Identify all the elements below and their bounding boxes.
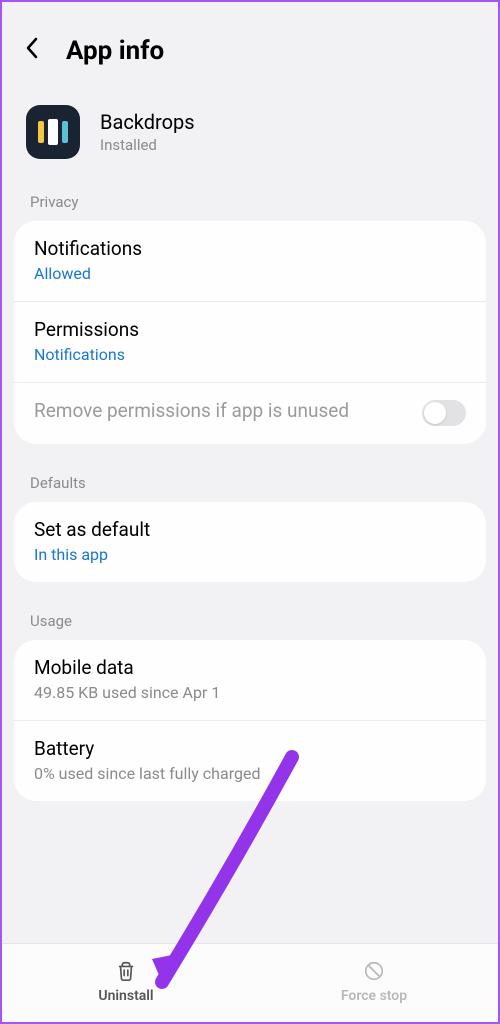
notifications-title: Notifications: [34, 237, 466, 260]
toggle-knob: [424, 402, 446, 424]
permissions-title: Permissions: [34, 318, 466, 341]
remove-permissions-row[interactable]: Remove permissions if app is unused: [14, 383, 486, 444]
app-status: Installed: [100, 136, 195, 154]
set-default-value: In this app: [34, 545, 466, 564]
battery-row[interactable]: Battery 0% used since last fully charged: [14, 721, 486, 801]
mobile-data-title: Mobile data: [34, 656, 466, 679]
app-name: Backdrops: [100, 110, 195, 134]
section-label-usage: Usage: [10, 606, 490, 640]
remove-permissions-title: Remove permissions if app is unused: [34, 399, 410, 422]
force-stop-button[interactable]: Force stop: [250, 944, 498, 1022]
mobile-data-row[interactable]: Mobile data 49.85 KB used since Apr 1: [14, 640, 486, 721]
battery-title: Battery: [34, 737, 466, 760]
battery-value: 0% used since last fully charged: [34, 764, 466, 783]
usage-card: Mobile data 49.85 KB used since Apr 1 Ba…: [14, 640, 486, 801]
force-stop-label: Force stop: [341, 988, 407, 1004]
section-label-privacy: Privacy: [10, 187, 490, 221]
app-header: Backdrops Installed: [10, 99, 490, 187]
app-icon: [26, 105, 80, 159]
notifications-value: Allowed: [34, 264, 466, 283]
page-title: App info: [66, 36, 164, 66]
set-default-title: Set as default: [34, 518, 466, 541]
force-stop-icon: [363, 960, 385, 982]
back-button[interactable]: [20, 32, 44, 69]
notifications-row[interactable]: Notifications Allowed: [14, 221, 486, 302]
permissions-row[interactable]: Permissions Notifications: [14, 302, 486, 383]
remove-permissions-toggle[interactable]: [422, 400, 466, 426]
section-label-defaults: Defaults: [10, 468, 490, 502]
back-arrow-icon: [24, 36, 40, 60]
permissions-value: Notifications: [34, 345, 466, 364]
defaults-card: Set as default In this app: [14, 502, 486, 582]
set-default-row[interactable]: Set as default In this app: [14, 502, 486, 582]
privacy-card: Notifications Allowed Permissions Notifi…: [14, 221, 486, 444]
mobile-data-value: 49.85 KB used since Apr 1: [34, 683, 466, 702]
trash-icon: [115, 960, 137, 982]
uninstall-button[interactable]: Uninstall: [2, 944, 250, 1022]
header: App info: [10, 14, 490, 99]
uninstall-label: Uninstall: [98, 988, 153, 1004]
bottom-bar: Uninstall Force stop: [2, 943, 498, 1022]
